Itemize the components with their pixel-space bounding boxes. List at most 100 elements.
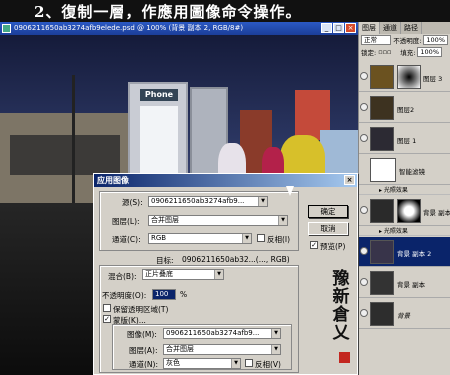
mask-channel-label: 通道(N): (129, 360, 158, 369)
preview-checkbox[interactable]: ✓ (310, 241, 318, 249)
smart-filter-row[interactable]: 智能滤镜 (359, 155, 450, 185)
mask-checkbox[interactable]: ✓ (103, 315, 111, 323)
blending-value: 正片叠底 (145, 270, 173, 278)
layer-thumbnail (370, 271, 394, 295)
layer-mask-thumbnail (397, 65, 421, 89)
smart-filter-label: 智能滤镜 (399, 168, 425, 176)
tab-paths[interactable]: 路径 (401, 22, 422, 34)
preview-label: 预览(P) (320, 242, 346, 251)
calligraphy-signature: 豫新倉乂 (332, 269, 350, 343)
eye-icon[interactable] (360, 206, 368, 214)
invert-checkbox[interactable] (257, 234, 265, 242)
mask-layer-value: 合并图层 (166, 345, 194, 353)
chevron-down-icon: ▼ (278, 216, 287, 225)
mask-layer-label: 图层(A): (129, 346, 158, 355)
document-title-bar[interactable]: 0906211650ab3274afb9elede.psd @ 100% (背景… (0, 22, 358, 35)
layer-select[interactable]: 合并图层 ▼ (148, 215, 288, 226)
mask-invert-checkbox[interactable] (245, 359, 253, 367)
red-seal-stamp (339, 352, 350, 363)
document-title: 0906211650ab3274afb9elede.psd @ 100% (背景… (14, 24, 244, 32)
invert-label: 反相(I) (267, 235, 291, 244)
preserve-transparency-checkbox[interactable] (103, 304, 111, 312)
blend-opacity-row: 正常 不透明度: 100% (359, 34, 450, 46)
layer-thumbnail (370, 199, 394, 223)
chevron-down-icon: ▼ (214, 270, 223, 279)
layers-panel: 图层 通道 路径 正常 不透明度: 100% 锁定: ▫▫▫ 填充: 100% … (358, 22, 450, 375)
dialog-close-button[interactable]: × (344, 175, 355, 185)
tab-layers[interactable]: 图层 (359, 22, 380, 34)
layer-thumbnail (370, 302, 394, 326)
layer-row[interactable]: 背景 副本 (359, 268, 450, 298)
chevron-down-icon: ▼ (271, 345, 280, 354)
image-select[interactable]: 0906211650ab3274afb9... ▼ (163, 328, 281, 339)
layer-value: 合并图层 (151, 216, 179, 224)
eye-icon[interactable] (360, 103, 368, 111)
dialog-title-bar[interactable]: 应用图像 × (94, 174, 357, 187)
opacity-input[interactable]: 100 (152, 289, 176, 300)
close-button[interactable]: × (345, 23, 356, 33)
blending-group: 混合(B): 正片叠底 ▼ 不透明度(O): 100 % 保留透明区域(T) ✓ … (99, 265, 299, 373)
layer-thumbnail (370, 96, 394, 120)
layer-thumbnail (370, 240, 394, 264)
blending-select[interactable]: 正片叠底 ▼ (142, 269, 224, 280)
cancel-button[interactable]: 取消 (308, 222, 348, 235)
dialog-title: 应用图像 (97, 176, 129, 185)
tutorial-banner: 2、復制一層，作應用圖像命令操作。 (0, 0, 450, 22)
opacity-label: 不透明度: (393, 37, 422, 45)
source-select[interactable]: 0906211650ab3274afb9... ▼ (148, 196, 268, 207)
layer-name: 图层 3 (423, 75, 443, 83)
lock-label: 锁定: (361, 49, 377, 57)
minimize-button[interactable]: _ (321, 23, 332, 33)
tab-channels[interactable]: 通道 (380, 22, 401, 34)
banner-text: 2、復制一層，作應用圖像命令操作。 (34, 3, 302, 21)
maximize-button[interactable]: □ (333, 23, 344, 33)
layer-row[interactable]: 图层 1 (359, 124, 450, 154)
eye-icon[interactable] (360, 278, 368, 286)
source-label: 源(S): (122, 198, 143, 207)
layer-name: 背景 副本 (397, 281, 426, 289)
image-label: 图像(M): (127, 330, 157, 339)
layer-row[interactable]: 背景 (359, 299, 450, 329)
lock-icons[interactable]: ▫▫▫ (378, 48, 398, 56)
mask-layer-select[interactable]: 合并图层 ▼ (163, 344, 281, 355)
layer-name: 图层2 (397, 106, 415, 114)
fill-input[interactable]: 100% (417, 47, 442, 57)
filter-mask-thumbnail (370, 158, 396, 182)
chevron-down-icon: ▼ (271, 329, 280, 338)
eye-icon[interactable] (360, 247, 368, 255)
booth-label: Phone (140, 89, 178, 101)
eye-icon[interactable] (360, 309, 368, 317)
channel-value: RGB (151, 234, 167, 242)
window-controls: _ □ × (321, 23, 356, 33)
street-pole (72, 75, 75, 205)
apply-image-dialog: 应用图像 × 源(S): 0906211650ab3274afb9... ▼ 图层… (93, 173, 358, 375)
chevron-down-icon: ▼ (242, 234, 251, 243)
ok-button[interactable]: 确定 (308, 205, 348, 218)
layer-row[interactable]: 背景 副本 3 (359, 196, 450, 226)
channel-select[interactable]: RGB ▼ (148, 233, 252, 244)
layer-row-active[interactable]: 背景 副本 2 (359, 237, 450, 267)
mask-channel-select[interactable]: 灰色 ▼ (163, 358, 241, 369)
eye-icon[interactable] (360, 134, 368, 142)
eye-icon[interactable] (360, 72, 368, 80)
mask-invert-label: 反相(V) (255, 360, 281, 369)
channel-label: 通道(C): (112, 235, 141, 244)
layer-thumbnail (370, 127, 394, 151)
opacity-input[interactable]: 100% (423, 35, 448, 45)
building-windows (10, 135, 120, 175)
panel-tabs: 图层 通道 路径 (359, 22, 450, 34)
effect-row[interactable]: ▸ 光照效果 (359, 186, 450, 195)
chevron-down-icon: ▼ (231, 359, 240, 368)
layer-row[interactable]: 图层 3 (359, 62, 450, 92)
layer-mask-thumbnail (397, 199, 421, 223)
layer-name: 背景 (397, 312, 410, 320)
effect-row[interactable]: ▸ 光照效果 (359, 227, 450, 236)
fill-label: 填充: (400, 49, 416, 57)
target-value: 0906211650ab32...(..., RGB) (182, 255, 290, 264)
source-group: 源(S): 0906211650ab3274afb9... ▼ 图层(L): 合并… (99, 191, 299, 251)
source-value: 0906211650ab3274afb9... (151, 197, 245, 205)
layer-row[interactable]: 图层2 (359, 93, 450, 123)
blend-mode-select[interactable]: 正常 (361, 35, 392, 45)
lock-fill-row: 锁定: ▫▫▫ 填充: 100% (359, 46, 450, 58)
mask-channel-value: 灰色 (166, 359, 180, 367)
